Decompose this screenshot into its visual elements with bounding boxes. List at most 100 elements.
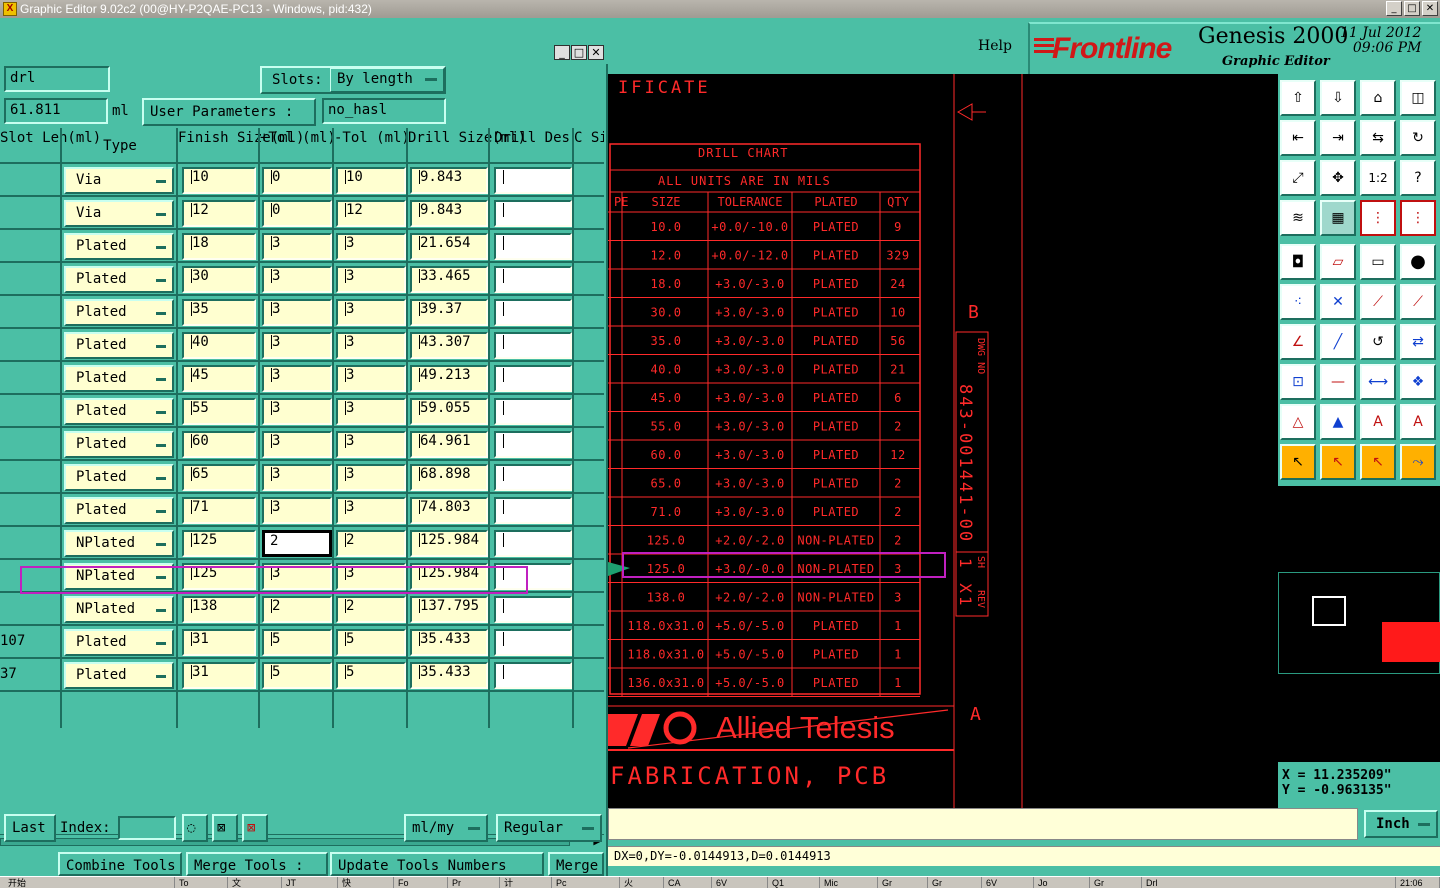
triangle-c-icon[interactable]: A <box>1360 404 1396 440</box>
drill-size-cell[interactable]: 39.37 <box>410 299 488 326</box>
dimension-icon[interactable]: ⟷ <box>1360 364 1396 400</box>
finish-size-cell[interactable]: 55 <box>182 398 256 425</box>
drill-hole-icon[interactable]: ● <box>1400 244 1436 280</box>
taskbar-item[interactable]: 快 <box>338 877 394 888</box>
drill-size-cell[interactable]: 35.433 <box>410 629 488 656</box>
minus-tol-cell[interactable]: 3 <box>336 365 406 392</box>
type-dropdown[interactable]: Plated <box>64 332 174 359</box>
taskbar-item[interactable]: Gr <box>928 877 982 888</box>
plus-tol-cell[interactable]: 3 <box>262 464 332 491</box>
redraw-icon[interactable]: ↻ <box>1400 120 1436 156</box>
open-job-icon[interactable]: ⇧ <box>1280 80 1316 116</box>
drill-des-cell[interactable] <box>494 530 572 557</box>
taskbar-item[interactable]: Fo <box>394 877 448 888</box>
maximize-button[interactable]: □ <box>1404 1 1420 16</box>
feature-control-icon[interactable]: ⋮ <box>1400 200 1436 236</box>
finish-size-cell[interactable]: 40 <box>182 332 256 359</box>
taskbar-item[interactable]: 6V <box>982 877 1034 888</box>
ruler-icon[interactable]: ▭ <box>1360 244 1396 280</box>
drill-des-cell[interactable] <box>494 629 572 656</box>
taskbar-item[interactable]: 6V <box>712 877 768 888</box>
unit-dropdown[interactable]: ml/my <box>404 814 488 842</box>
finish-size-cell[interactable]: 30 <box>182 266 256 293</box>
combine-tools-button[interactable]: Combine Tools <box>58 852 182 876</box>
taskbar-item[interactable]: Jo <box>1034 877 1090 888</box>
line-snap-icon[interactable]: ⟋ <box>1360 284 1396 320</box>
finish-size-cell[interactable]: 10 <box>182 167 256 194</box>
finish-size-cell[interactable]: 65 <box>182 464 256 491</box>
minus-tol-cell[interactable]: 3 <box>336 233 406 260</box>
drill-des-cell[interactable] <box>494 464 572 491</box>
drill-des-cell[interactable] <box>494 332 572 359</box>
finish-size-cell[interactable]: 60 <box>182 431 256 458</box>
delete-icon[interactable]: ⊠ <box>242 814 268 842</box>
merge-tools-button[interactable]: Merge Tools : <box>186 852 328 876</box>
drill-size-cell[interactable]: 35.433 <box>410 662 488 689</box>
type-dropdown[interactable]: Plated <box>64 233 174 260</box>
taskbar-item[interactable]: Drl <box>1142 877 1396 888</box>
triangle-a-icon[interactable]: △ <box>1280 404 1316 440</box>
mirror-icon[interactable]: ⇄ <box>1400 324 1436 360</box>
drill-size-cell[interactable]: 125.984 <box>410 530 488 557</box>
angle-icon[interactable]: ∠ <box>1280 324 1316 360</box>
index-field[interactable] <box>118 816 176 840</box>
panel-close-button[interactable]: ✕ <box>588 45 604 60</box>
taskbar-item[interactable]: 计 <box>500 877 552 888</box>
scale-ratio-icon[interactable]: 1:2 <box>1360 160 1396 196</box>
drill-des-cell[interactable] <box>494 167 572 194</box>
type-dropdown[interactable]: NPlated <box>64 596 174 623</box>
plus-tol-cell[interactable]: 3 <box>262 299 332 326</box>
lightbulb-icon[interactable]: ◌ <box>182 814 208 842</box>
group-icon[interactable]: ❖ <box>1400 364 1436 400</box>
surface-feature-icon[interactable]: ▱ <box>1320 244 1356 280</box>
plus-tol-cell[interactable]: 3 <box>262 431 332 458</box>
plus-tol-cell[interactable]: 2 <box>262 530 332 557</box>
minus-tol-cell[interactable]: 3 <box>336 464 406 491</box>
drill-des-cell[interactable] <box>494 431 572 458</box>
help-query-icon[interactable]: ? <box>1400 160 1436 196</box>
drill-size-cell[interactable]: 74.803 <box>410 497 488 524</box>
help-menu[interactable]: Help <box>978 38 1012 54</box>
taskbar-item[interactable]: Pc <box>552 877 620 888</box>
taskbar-item[interactable]: Pr <box>448 877 500 888</box>
minus-tol-cell[interactable]: 5 <box>336 629 406 656</box>
drill-size-cell[interactable]: 64.961 <box>410 431 488 458</box>
units-dropdown[interactable]: Inch <box>1364 810 1438 838</box>
plus-tol-cell[interactable]: 3 <box>262 233 332 260</box>
user-parameters-button[interactable]: User Parameters : <box>142 98 316 126</box>
type-dropdown[interactable]: Via <box>64 200 174 227</box>
select-pointer-icon[interactable]: ↖ <box>1280 444 1316 480</box>
measure-field[interactable]: 61.811 <box>4 98 108 124</box>
drill-size-cell[interactable]: 49.213 <box>410 365 488 392</box>
finish-size-cell[interactable]: 12 <box>182 200 256 227</box>
taskbar-item[interactable]: Mic <box>820 877 878 888</box>
drill-size-cell[interactable]: 59.055 <box>410 398 488 425</box>
plus-tol-cell[interactable]: 3 <box>262 332 332 359</box>
line-draw-icon[interactable]: ⟋ <box>1400 284 1436 320</box>
minus-tol-cell[interactable]: 3 <box>336 398 406 425</box>
panel-maximize-button[interactable]: □ <box>571 45 587 60</box>
finish-size-cell[interactable]: 71 <box>182 497 256 524</box>
finish-size-cell[interactable]: 31 <box>182 662 256 689</box>
taskbar-item[interactable]: Q1 <box>768 877 820 888</box>
pan-left-icon[interactable]: ⇤ <box>1280 120 1316 156</box>
select-route-icon[interactable]: ⤳ <box>1400 444 1436 480</box>
arc-icon[interactable]: ↺ <box>1360 324 1396 360</box>
save-job-icon[interactable]: ⇩ <box>1320 80 1356 116</box>
plus-tol-cell[interactable]: 5 <box>262 629 332 656</box>
type-dropdown[interactable]: Plated <box>64 497 174 524</box>
user-parameters-field[interactable]: no_hasl <box>322 98 446 124</box>
drill-des-cell[interactable] <box>494 200 572 227</box>
drawing-canvas[interactable]: IFICATE DRILL CHART ALL UNITS ARE IN MIL… <box>608 74 1278 808</box>
fit-screen-icon[interactable]: ⤢ <box>1280 160 1316 196</box>
home-icon[interactable]: ⌂ <box>1360 80 1396 116</box>
plus-tol-cell[interactable]: 5 <box>262 662 332 689</box>
taskbar-item[interactable]: To <box>175 877 228 888</box>
plus-tol-cell[interactable]: 3 <box>262 266 332 293</box>
drill-des-cell[interactable] <box>494 233 572 260</box>
drill-size-cell[interactable]: 9.843 <box>410 200 488 227</box>
minus-tol-cell[interactable]: 3 <box>336 332 406 359</box>
type-dropdown[interactable]: Plated <box>64 398 174 425</box>
zoom-center-icon[interactable]: ✥ <box>1320 160 1356 196</box>
plus-tol-cell[interactable]: 2 <box>262 596 332 623</box>
